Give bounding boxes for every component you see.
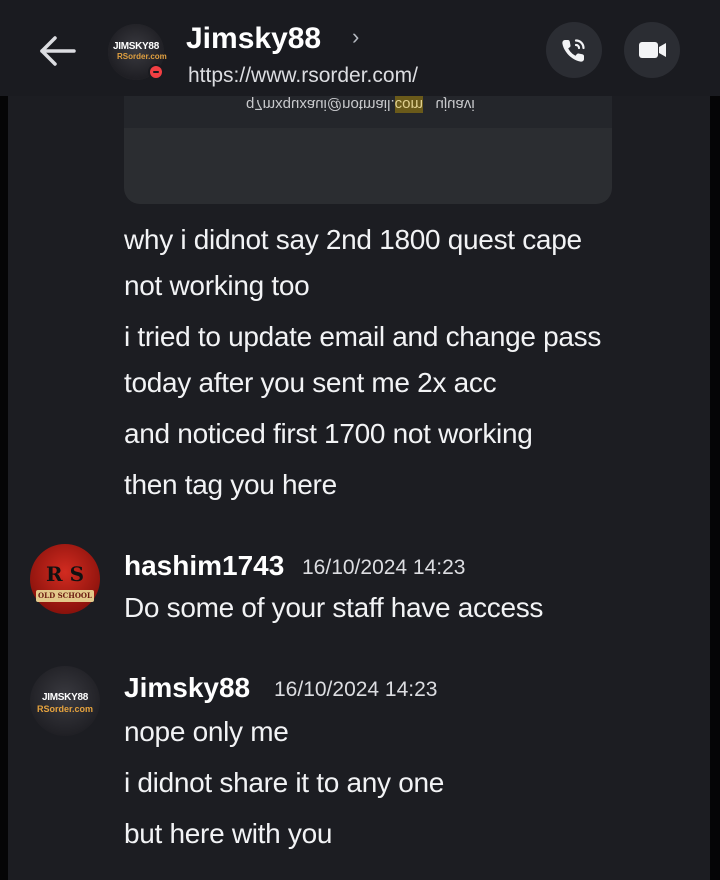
dnd-status-bar (153, 71, 159, 73)
message-text: and noticed first 1700 not working (124, 418, 533, 449)
embed-snippet-left: q7mxquxaui@notmail. (246, 96, 395, 113)
video-camera-icon (639, 42, 666, 58)
screen-edge-left (0, 0, 8, 880)
chat-header: JIMSKY88 RSorder.com Jimsky88 › https://… (0, 0, 720, 96)
message-text: nope only me (124, 716, 289, 747)
message-text: not working too (124, 270, 310, 301)
channel-title[interactable]: Jimsky88 (186, 22, 321, 56)
message-text: i didnot share it to any one (124, 767, 445, 798)
avatar-logo-line2: RSorder.com (36, 704, 94, 714)
embed-snippet-right: ujuavi (435, 96, 475, 113)
message-timestamp: 16/10/2024 14:23 (274, 678, 438, 701)
message-text: then tag you here (124, 469, 337, 500)
dnd-status-icon (148, 64, 164, 80)
message-text: why i didnot say 2nd 1800 quest cape (124, 224, 582, 255)
avatar-logo-line1: JIMSKY88 (42, 692, 88, 703)
voice-call-button[interactable] (546, 22, 602, 78)
message-author[interactable]: hashim1743 (124, 550, 284, 582)
screen-edge-right (710, 0, 720, 880)
back-button[interactable] (30, 24, 84, 78)
phone-call-icon (562, 39, 585, 62)
avatar-logo-line2: RSorder.com (117, 52, 167, 61)
video-call-button[interactable] (624, 22, 680, 78)
embed-snippet-text: q7mxquxaui@notmail.com ujuavi (246, 96, 475, 113)
user-avatar[interactable]: JIMSKY88 RSorder.com (30, 666, 100, 736)
message-text: i tried to update email and change pass (124, 321, 602, 352)
embed-snippet-highlight: com (394, 96, 423, 113)
message-text: today after you sent me 2x acc (124, 367, 497, 398)
user-avatar[interactable]: R S OLD SCHOOL (30, 544, 100, 614)
message-text: Do some of your staff have access (124, 592, 544, 623)
header-avatar[interactable]: JIMSKY88 RSorder.com (108, 24, 167, 80)
chevron-right-icon[interactable]: › (352, 24, 359, 50)
message-text: but here with you (124, 818, 333, 849)
dnd-status-dot (150, 66, 162, 78)
avatar-logo-line1: JIMSKY88 (113, 41, 159, 52)
avatar-logo-letters: R S (45, 562, 85, 586)
avatar-logo-subtitle: OLD SCHOOL (38, 591, 92, 600)
message-author[interactable]: Jimsky88 (124, 672, 250, 704)
chat-screen: q7mxquxaui@notmail.com ujuavi JIMSKY88 R… (0, 0, 720, 880)
message-timestamp: 16/10/2024 14:23 (302, 556, 466, 579)
custom-status: https://www.rsorder.com/ (188, 64, 418, 87)
arrow-left-icon (40, 36, 76, 66)
